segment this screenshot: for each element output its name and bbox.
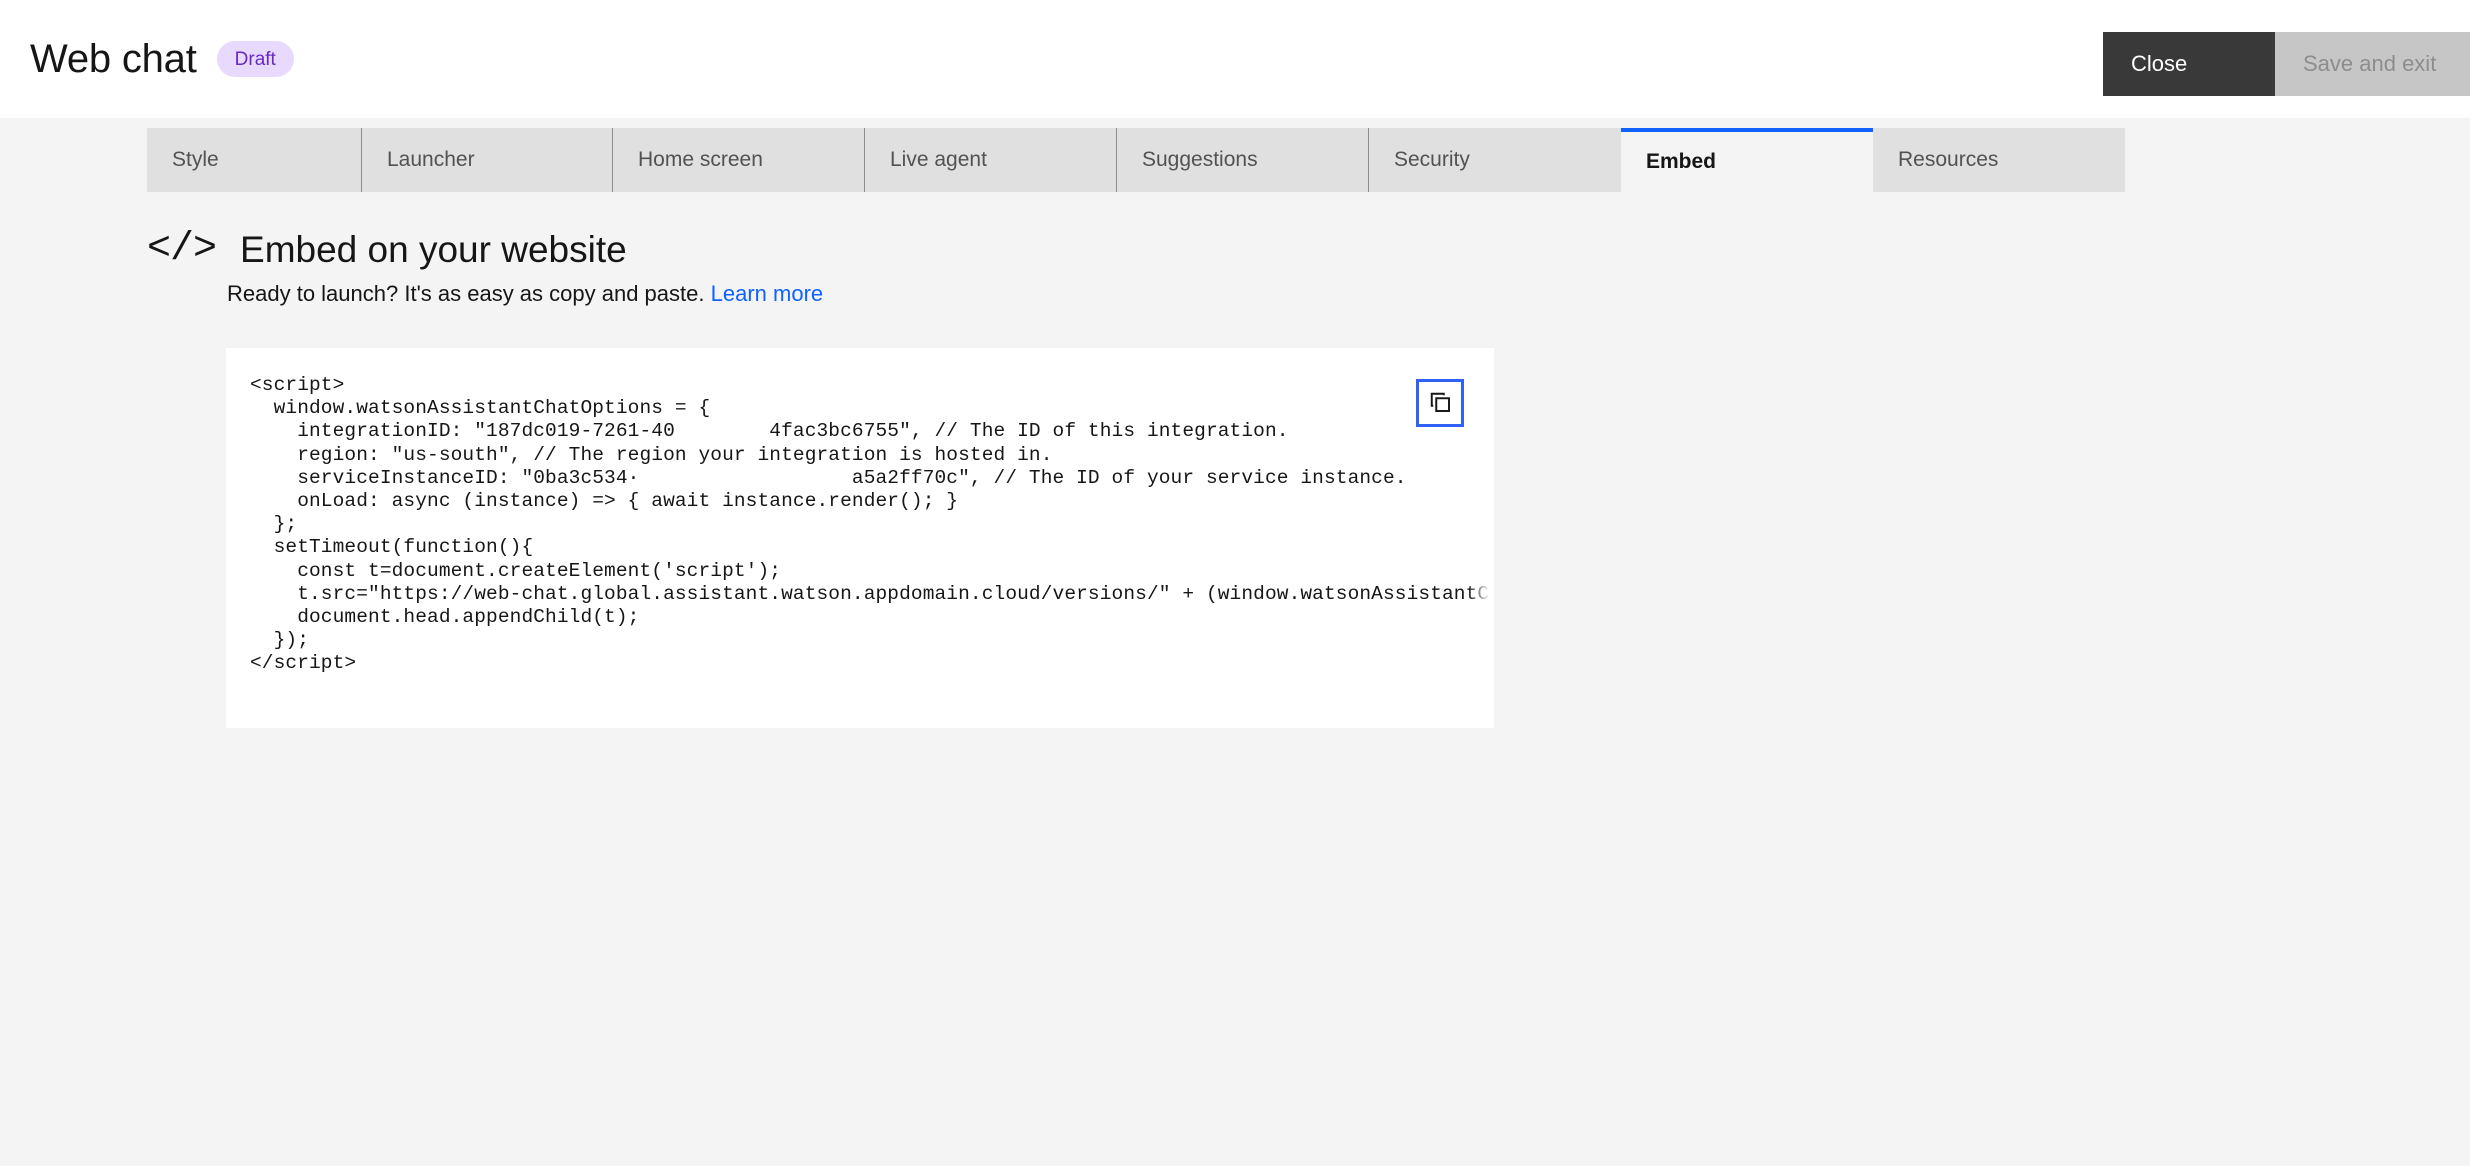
section-header: </> Embed on your website Ready to launc…: [147, 230, 1547, 308]
header-title-group: Web chat Draft: [30, 0, 294, 118]
copy-icon: [1428, 390, 1452, 417]
embed-panel: </> Embed on your website Ready to launc…: [0, 192, 2470, 1166]
embed-code-snippet[interactable]: <script> window.watsonAssistantChatOptio…: [250, 374, 1494, 676]
close-button[interactable]: Close: [2103, 32, 2275, 96]
tab-label: Launcher: [387, 148, 475, 172]
tab-live-agent[interactable]: Live agent: [865, 128, 1117, 192]
section-title-row: </> Embed on your website: [147, 230, 1547, 271]
tab-security[interactable]: Security: [1369, 128, 1621, 192]
tab-bar: Style Launcher Home screen Live agent Su…: [147, 128, 2125, 192]
learn-more-link[interactable]: Learn more: [711, 281, 824, 306]
tab-label: Home screen: [638, 148, 763, 172]
tab-launcher[interactable]: Launcher: [362, 128, 613, 192]
section-subtitle: Ready to launch? It's as easy as copy an…: [227, 280, 1547, 309]
section-title: Embed on your website: [240, 230, 627, 271]
tab-label: Resources: [1898, 148, 1998, 172]
copy-code-button[interactable]: [1416, 379, 1464, 427]
status-badge: Draft: [217, 41, 294, 77]
tab-style[interactable]: Style: [147, 128, 362, 192]
app-header: Web chat Draft Close Save and exit: [0, 0, 2470, 118]
tab-label: Security: [1394, 148, 1470, 172]
tab-label: Style: [172, 148, 219, 172]
save-and-exit-button[interactable]: Save and exit: [2275, 32, 2470, 96]
tab-home-screen[interactable]: Home screen: [613, 128, 865, 192]
header-actions: Close Save and exit: [2103, 32, 2470, 96]
section-subtitle-text: Ready to launch? It's as easy as copy an…: [227, 281, 705, 306]
tab-label: Live agent: [890, 148, 987, 172]
tab-label: Embed: [1646, 150, 1716, 174]
tab-embed[interactable]: Embed: [1621, 128, 1873, 192]
code-brackets-icon: </>: [147, 230, 216, 270]
embed-code-card: <script> window.watsonAssistantChatOptio…: [226, 348, 1494, 728]
tab-resources[interactable]: Resources: [1873, 128, 2125, 192]
page-title: Web chat: [30, 39, 197, 79]
tab-suggestions[interactable]: Suggestions: [1117, 128, 1369, 192]
tab-label: Suggestions: [1142, 148, 1258, 172]
